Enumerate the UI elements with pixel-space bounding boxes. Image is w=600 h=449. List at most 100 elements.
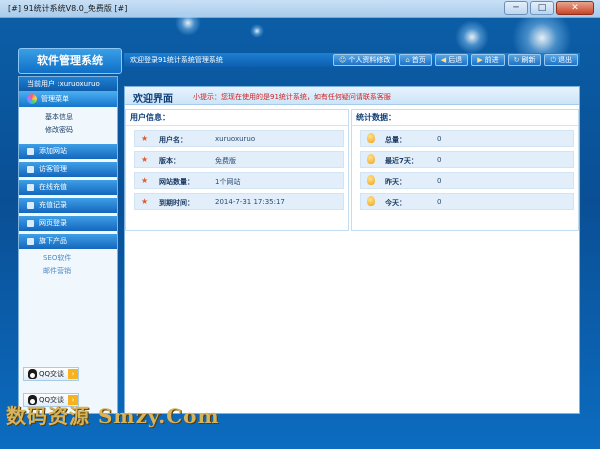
folder-icon	[27, 238, 34, 245]
user-info-panel: 用户信息： ★ 用户名： xuruoxuruo ★ 版本： 免费版 ★ 网站数量…	[125, 109, 349, 231]
stat-row-last-7-days: 最近7天： 0	[360, 151, 574, 168]
info-row-username: ★ 用户名： xuruoxuruo	[134, 130, 344, 147]
sidebar: 当前用户 :xuruoxuruo 管理菜单 基本信息 修改密码 添加网站 访客管…	[18, 76, 118, 414]
info-label: 网站数量：	[159, 178, 194, 186]
nav-label: 退出	[558, 56, 572, 64]
management-menu-header[interactable]: 管理菜单	[19, 91, 117, 107]
refresh-button[interactable]: ↻ 刷新	[507, 54, 542, 66]
chevron-right-icon: ›	[68, 369, 78, 379]
forward-button[interactable]: ▶ 前进	[471, 54, 505, 66]
stat-value: 0	[437, 135, 442, 143]
bulb-icon	[367, 196, 375, 206]
back-icon: ◀	[440, 56, 447, 64]
glow-decoration	[455, 20, 489, 54]
watermark: 数码资源 Smzy.Com	[6, 404, 220, 428]
window-titlebar: [#] 91统计系统V8.0_免费版 [#] ─ □ ✕	[0, 0, 600, 18]
info-value: 免费版	[215, 157, 236, 165]
folder-icon	[27, 148, 34, 155]
menu-item-label: 访客管理	[39, 165, 67, 173]
sub-menu: 基本信息 修改密码	[19, 107, 117, 141]
user-info-title: 用户信息：	[126, 110, 348, 126]
management-menu-label: 管理菜单	[41, 95, 69, 103]
exit-icon: ⏻	[550, 56, 556, 64]
home-icon: ⌂	[405, 56, 410, 64]
info-label: 到期时间：	[159, 199, 194, 207]
refresh-icon: ↻	[513, 56, 520, 64]
folder-icon	[27, 166, 34, 173]
info-value: xuruoxuruo	[215, 135, 256, 143]
sidebar-item-seo-software[interactable]: SEO软件	[43, 252, 117, 265]
close-button[interactable]: ✕	[556, 1, 594, 15]
window-title: [#] 91统计系统V8.0_免费版 [#]	[8, 4, 128, 13]
app-logo: 软件管理系统	[18, 48, 122, 74]
products-submenu: SEO软件 邮件营销	[19, 249, 117, 278]
glow-decoration	[250, 24, 264, 38]
qq-penguin-icon	[28, 369, 37, 379]
stat-label: 总量：	[385, 136, 406, 144]
back-button[interactable]: ◀ 后退	[434, 54, 469, 66]
bulb-icon	[367, 154, 375, 164]
menu-item-label: 网页登录	[39, 219, 67, 227]
nav-label: 前进	[484, 56, 499, 64]
nav-label: 首页	[411, 56, 426, 64]
folder-icon	[27, 202, 34, 209]
info-row-expiry: ★ 到期时间： 2014-7-31 17:35:17	[134, 193, 344, 210]
exit-button[interactable]: ⏻ 退出	[544, 54, 578, 66]
sidebar-item-basic-info[interactable]: 基本信息	[45, 111, 117, 124]
menu-item-label: 旗下产品	[39, 237, 67, 245]
info-value: 2014-7-31 17:35:17	[215, 198, 285, 206]
sidebar-item-recharge-history[interactable]: 充值记录	[19, 198, 117, 213]
menu-item-label: 充值记录	[39, 201, 67, 209]
qq-label: QQ交谈	[39, 370, 65, 378]
stat-row-total: 总量： 0	[360, 130, 574, 147]
stat-label: 今天：	[385, 199, 406, 207]
bulb-icon	[367, 175, 375, 185]
star-icon: ★	[141, 155, 149, 164]
star-icon: ★	[141, 176, 149, 185]
info-row-version: ★ 版本： 免费版	[134, 151, 344, 168]
sidebar-item-add-site[interactable]: 添加网站	[19, 144, 117, 159]
stats-panel: 统计数据： 总量： 0 最近7天： 0 昨天： 0 今天： 0	[351, 109, 579, 231]
nav-label: 后退	[448, 56, 463, 64]
sidebar-item-email-marketing[interactable]: 邮件营销	[43, 265, 117, 278]
star-icon: ★	[141, 197, 149, 206]
sidebar-item-change-password[interactable]: 修改密码	[45, 124, 117, 137]
sidebar-item-online-recharge[interactable]: 在线充值	[19, 180, 117, 195]
sidebar-item-products[interactable]: 旗下产品	[19, 234, 117, 249]
home-button[interactable]: ⌂ 首页	[399, 54, 432, 66]
info-row-site-count: ★ 网站数量： 1个网站	[134, 172, 344, 189]
bulb-icon	[367, 133, 375, 143]
stat-value: 0	[437, 177, 442, 185]
qq-chat-button[interactable]: QQ交谈 ›	[23, 367, 79, 381]
info-value: 1个网站	[215, 178, 241, 186]
menu-orb-icon	[27, 94, 37, 104]
stat-value: 0	[437, 156, 442, 164]
sidebar-item-web-login[interactable]: 网页登录	[19, 216, 117, 231]
menu-item-label: 添加网站	[39, 147, 67, 155]
forward-icon: ▶	[477, 56, 483, 64]
profile-edit-button[interactable]: ☺ 个人资料修改	[333, 54, 397, 66]
page-title: 欢迎界面	[133, 94, 173, 105]
stat-label: 昨天：	[385, 178, 406, 186]
glow-decoration	[175, 10, 201, 36]
stat-row-today: 今天： 0	[360, 193, 574, 210]
folder-icon	[27, 220, 34, 227]
info-label: 用户名：	[159, 136, 187, 144]
current-user: 当前用户 :xuruoxuruo	[19, 77, 117, 91]
info-label: 版本：	[159, 157, 180, 165]
stat-row-yesterday: 昨天： 0	[360, 172, 574, 189]
stat-value: 0	[437, 198, 442, 206]
welcome-text: 欢迎登录91统计系统管理系统	[130, 56, 223, 64]
stats-title: 统计数据：	[352, 110, 578, 126]
tip-text: 小提示：您现在使用的是91统计系统，如有任何疑问请联系客服	[193, 93, 391, 101]
menu-item-label: 在线充值	[39, 183, 67, 191]
nav-label: 个人资料修改	[348, 56, 391, 64]
main-panel: 欢迎界面 小提示：您现在使用的是91统计系统，如有任何疑问请联系客服 用户信息：…	[124, 86, 580, 414]
folder-icon	[27, 184, 34, 191]
top-navbar: ☺ 个人资料修改 ⌂ 首页 ◀ 后退 ▶ 前进 ↻ 刷新 ⏻ 退出	[333, 54, 578, 66]
nav-label: 刷新	[521, 56, 536, 64]
sidebar-item-visitor-mgmt[interactable]: 访客管理	[19, 162, 117, 177]
star-icon: ★	[141, 134, 149, 143]
stat-label: 最近7天：	[385, 157, 418, 165]
top-nav-strip: 欢迎登录91统计系统管理系统 ☺ 个人资料修改 ⌂ 首页 ◀ 后退 ▶ 前进 ↻…	[124, 53, 580, 67]
